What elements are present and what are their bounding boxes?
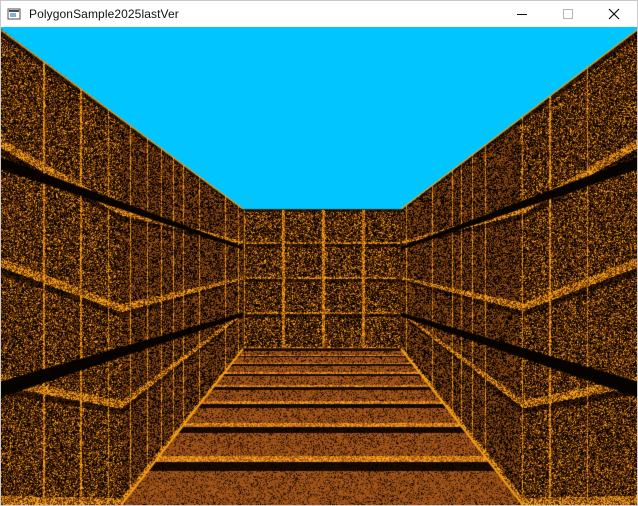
title-bar[interactable]: PolygonSample2025lastVer [1, 1, 637, 27]
dungeon-corridor-render[interactable] [1, 27, 637, 505]
window-title: PolygonSample2025lastVer [29, 7, 179, 21]
minimize-button[interactable] [499, 1, 545, 27]
close-icon [608, 8, 620, 20]
close-button[interactable] [591, 1, 637, 27]
minimize-icon [517, 14, 527, 15]
game-viewport[interactable] [1, 27, 637, 505]
application-window: PolygonSample2025lastVer [0, 0, 638, 506]
maximize-button[interactable] [545, 1, 591, 27]
window-controls [499, 1, 637, 27]
maximize-icon [563, 9, 573, 19]
app-window-icon [7, 8, 21, 20]
